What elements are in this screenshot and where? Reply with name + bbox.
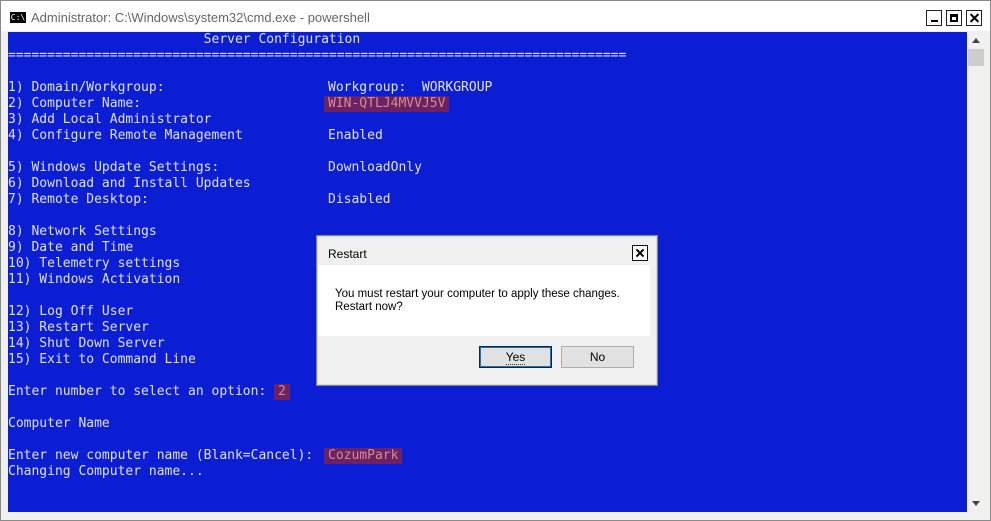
dialog-close-button[interactable]	[632, 245, 648, 261]
no-button-label: No	[589, 350, 606, 364]
yes-button[interactable]: Yes	[479, 346, 552, 368]
menu-item-11: 11) Windows Activation	[8, 272, 181, 287]
menu-item-3: 3) Add Local Administrator	[8, 112, 212, 127]
section-heading: Computer Name	[8, 416, 110, 431]
dialog-body: You must restart your computer to apply …	[318, 265, 650, 336]
minimize-button[interactable]	[926, 10, 942, 26]
computer-name-value: WIN-QTLJ4MVVJ5V	[324, 96, 450, 112]
windows-update-value: DownloadOnly	[328, 160, 422, 175]
option-input[interactable]: 2	[274, 384, 290, 400]
menu-item-9: 9) Date and Time	[8, 240, 134, 255]
menu-item-6: 6) Download and Install Updates	[8, 176, 251, 191]
remote-desktop-value: Disabled	[328, 192, 391, 207]
domain-workgroup-value: Workgroup: WORKGROUP	[328, 80, 493, 95]
menu-item-13: 13) Restart Server	[8, 320, 149, 335]
window-title: Administrator: C:\Windows\system32\cmd.e…	[31, 10, 370, 25]
dialog-message-line-1: You must restart your computer to apply …	[335, 288, 620, 300]
yes-button-label: Yes	[505, 350, 526, 365]
cmd-icon: C:\	[10, 12, 26, 23]
menu-item-1: 1) Domain/Workgroup:	[8, 80, 165, 95]
console-separator: ========================================…	[8, 48, 627, 63]
status-line: Changing Computer name...	[8, 464, 204, 479]
menu-item-14: 14) Shut Down Server	[8, 336, 165, 351]
dialog-message: You must restart your computer to apply …	[335, 288, 620, 314]
menu-item-15: 15) Exit to Command Line	[8, 352, 196, 367]
scroll-down-arrow-icon[interactable]	[967, 495, 985, 512]
menu-item-10: 10) Telemetry settings	[8, 256, 181, 271]
option-prompt: Enter number to select an option:	[8, 384, 267, 399]
menu-item-12: 12) Log Off User	[8, 304, 134, 319]
scroll-up-arrow-icon[interactable]	[967, 32, 985, 49]
dialog-title: Restart	[328, 247, 367, 261]
new-name-prompt: Enter new computer name (Blank=Cancel):	[8, 448, 314, 463]
console-heading: Server Configuration	[8, 32, 361, 47]
menu-item-7: 7) Remote Desktop:	[8, 192, 149, 207]
new-name-input[interactable]: CozumPark	[324, 448, 403, 464]
close-button[interactable]	[966, 10, 982, 26]
maximize-button[interactable]	[946, 10, 962, 26]
menu-item-4: 4) Configure Remote Management	[8, 128, 243, 143]
vertical-scrollbar[interactable]	[967, 32, 985, 512]
no-button[interactable]: No	[561, 346, 634, 368]
scroll-thumb[interactable]	[968, 49, 984, 66]
menu-item-5: 5) Windows Update Settings:	[8, 160, 220, 175]
menu-item-8: 8) Network Settings	[8, 224, 157, 239]
title-bar[interactable]: C:\ Administrator: C:\Windows\system32\c…	[1, 1, 990, 31]
dialog-message-line-2: Restart now?	[335, 301, 403, 313]
menu-item-2: 2) Computer Name:	[8, 96, 142, 111]
restart-dialog: Restart You must restart your computer t…	[316, 235, 658, 386]
remote-management-value: Enabled	[328, 128, 383, 143]
